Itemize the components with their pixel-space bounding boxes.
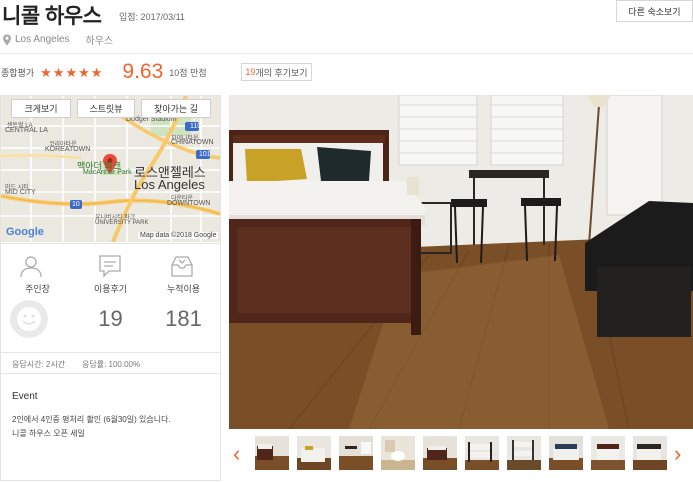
map-label-midcity: MID CITY (5, 189, 36, 196)
response-rate: 응답률: 100.00% (82, 360, 141, 369)
rating-label: 종합평가 (1, 67, 35, 78)
house-title: 니콜 하우스 (2, 5, 102, 28)
thumbnail[interactable] (633, 436, 667, 470)
host-label: 주인장 (25, 284, 50, 294)
header-divider (0, 53, 693, 54)
location-map[interactable]: 110 10 101 Dodger Stadium 센트럴 LA CENTRAL… (1, 96, 220, 242)
hwy-101-label: 101 (199, 151, 211, 158)
host-avatar (10, 300, 48, 338)
response-time: 응답시간: 2시간 (12, 360, 66, 369)
house-type: 하우스 (85, 36, 114, 47)
location-link[interactable]: Los Angeles (15, 34, 70, 45)
chat-icon (99, 255, 121, 278)
response-row: 응답시간: 2시간 응답률: 100.00% (1, 352, 220, 374)
person-icon (20, 256, 42, 278)
registration-date: 입점: 2017/03/11 (119, 12, 185, 22)
thumbnail[interactable] (507, 436, 541, 470)
thumbnail[interactable] (465, 436, 499, 470)
rating-row: 종합평가 ★ ★ ★ ★ ★ 9.63 10점 만점 (0, 60, 207, 84)
info-panel: 110 10 101 Dodger Stadium 센트럴 LA CENTRAL… (0, 95, 221, 481)
rating-score-suffix: 10점 만점 (169, 67, 207, 78)
thumbnail[interactable] (297, 436, 331, 470)
event-line-1: 2인에서 4인중 평처리 촬인 (6월30일) 있습니다. (12, 415, 171, 424)
hwy-10-label: 10 (72, 201, 80, 208)
reviews-value: 19 (98, 306, 123, 331)
map-enlarge-button[interactable]: 크게보기 (11, 99, 71, 118)
total-label: 누적이용 (166, 284, 201, 294)
thumbnail[interactable] (255, 436, 289, 470)
thumbnail[interactable] (591, 436, 625, 470)
map-label-univ: UNIVERSITY PARK (95, 220, 149, 226)
thumbnail[interactable] (381, 436, 415, 470)
map-label-chinatown: CHINATOWN (171, 139, 214, 146)
reviews-label: 이용후기 (93, 284, 128, 294)
street-view-button[interactable]: 스트릿뷰 (77, 99, 135, 118)
smiley-icon (17, 307, 41, 331)
star-icon: ★ (90, 64, 103, 80)
rating-stars: ★ ★ ★ ★ ★ (40, 66, 103, 79)
star-icon: ★ (52, 64, 65, 80)
google-logo: Google (6, 226, 44, 238)
star-icon: ★ (78, 64, 90, 80)
inbox-icon (171, 256, 193, 277)
stats-section: 주인장 이용후기 19 누적이용 181 (1, 243, 220, 353)
thumbnail-strip: ‹ › (229, 436, 693, 472)
directions-button[interactable]: 찾아가는 길 (141, 99, 211, 118)
map-label-downtown: DOWNTOWN (167, 200, 211, 207)
map-label-macarthur: MacArthur Park (83, 169, 132, 176)
total-value: 181 (165, 306, 202, 331)
chevron-right-icon[interactable]: › (674, 443, 681, 465)
location-row: Los Angeles 하우스 (2, 32, 113, 47)
thumbnail[interactable] (549, 436, 583, 470)
star-icon: ★ (40, 64, 52, 80)
star-icon: ★ (65, 64, 78, 80)
chevron-left-icon[interactable]: ‹ (233, 443, 240, 465)
thumbnail[interactable] (339, 436, 373, 470)
review-count: 19 (245, 67, 256, 77)
bedroom-photo (229, 95, 693, 429)
other-listings-button[interactable]: 다른 숙소보기 (616, 0, 693, 22)
event-line-2: 니콜 하우스 오픈 세일 (12, 429, 85, 438)
hwy-110-label: 110 (190, 123, 202, 130)
map-label-la: Los Angeles (134, 177, 205, 192)
map-pin-icon (3, 34, 11, 45)
main-photo[interactable] (229, 95, 693, 429)
map-label-koreatown: KOREATOWN (45, 146, 91, 153)
map-attribution: Map data ©2018 Google (138, 232, 219, 239)
event-title: Event (12, 391, 38, 402)
thumbnail[interactable] (423, 436, 457, 470)
review-suffix: 개의 후기보기 (255, 67, 308, 78)
map-label-central-la: CENTRAL LA (5, 127, 48, 134)
rating-score: 9.63 (122, 60, 164, 83)
view-reviews-button[interactable]: 19 개의 후기보기 (241, 63, 312, 81)
